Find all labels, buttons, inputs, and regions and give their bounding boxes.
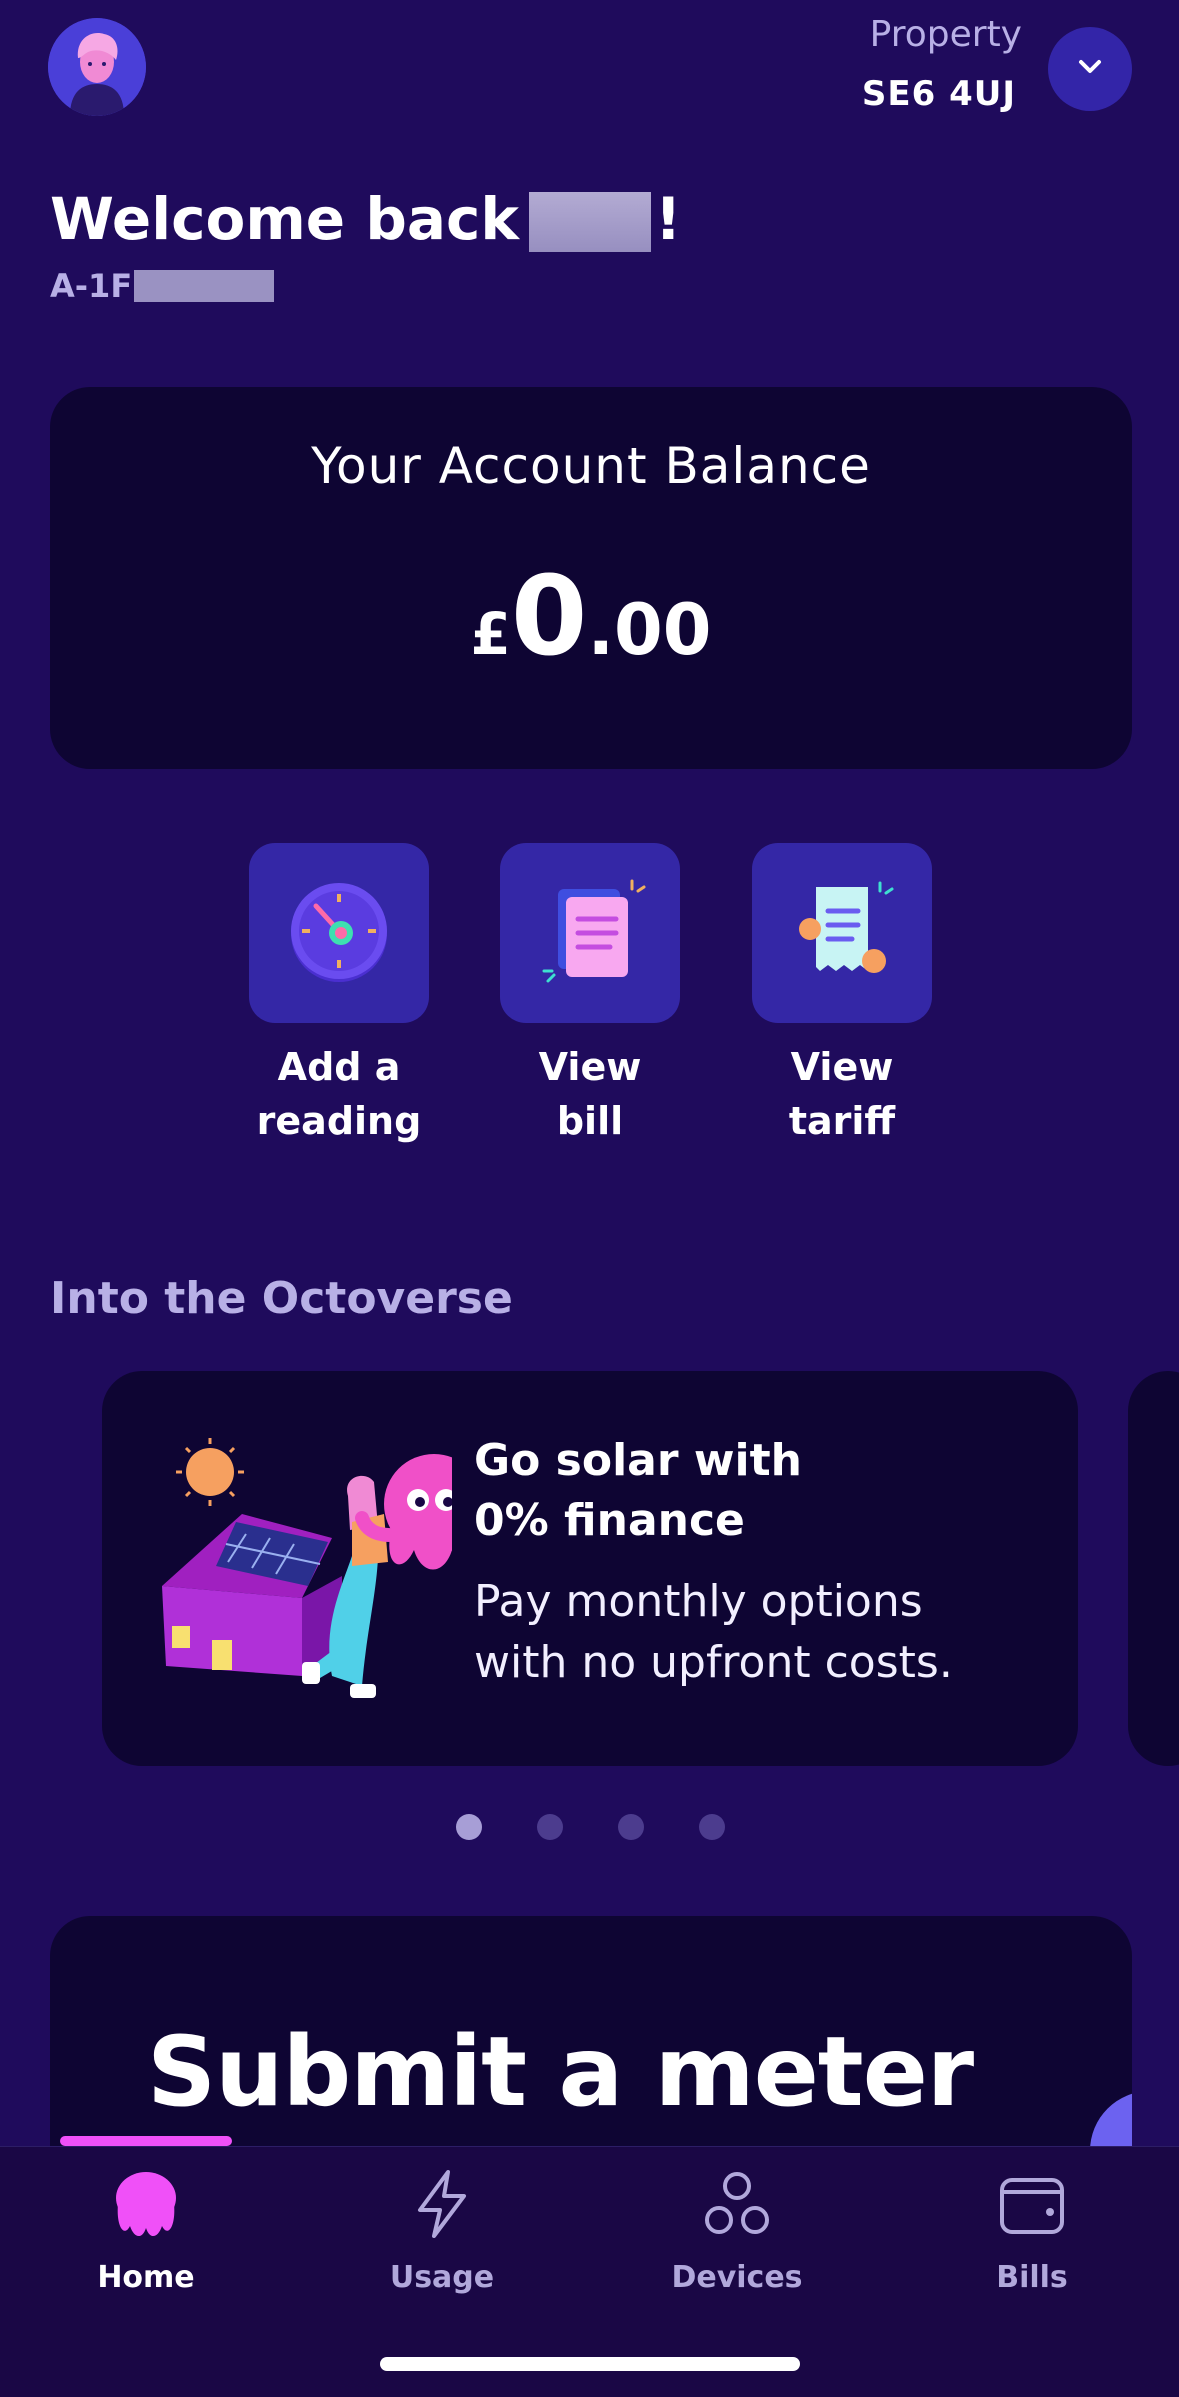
account-balance-card[interactable]: Your Account Balance £ 0 .00: [50, 387, 1132, 769]
octoverse-section-title: Into the Octoverse: [50, 1273, 513, 1324]
tariff-receipt-icon: [782, 871, 902, 995]
property-postcode[interactable]: SE6 4UJ: [862, 74, 1016, 114]
carousel-dot-2[interactable]: [537, 1814, 563, 1840]
welcome-heading: Welcome back !: [50, 185, 681, 253]
bill-document-icon: [530, 871, 650, 995]
balance-currency: £: [470, 600, 511, 668]
user-avatar-icon[interactable]: [48, 18, 146, 116]
carousel-dot-3[interactable]: [618, 1814, 644, 1840]
solar-promo-card[interactable]: Go solar with 0% finance Pay monthly opt…: [102, 1371, 1078, 1766]
active-tab-indicator: [60, 2136, 232, 2146]
property-label: Property: [869, 14, 1022, 55]
nav-home-label: Home: [97, 2260, 195, 2295]
balance-amount: £ 0 .00: [50, 552, 1132, 680]
nav-bills-label: Bills: [996, 2260, 1068, 2295]
nav-usage-label: Usage: [389, 2260, 495, 2295]
welcome-suffix: !: [654, 185, 682, 253]
redacted-name: [528, 192, 651, 252]
account-number: A-1F: [50, 267, 275, 305]
view-bill-label[interactable]: View bill: [470, 1040, 710, 1148]
welcome-text: Welcome back: [50, 185, 519, 253]
lightning-icon: [406, 2168, 478, 2244]
submit-meter-title: Submit a meter: [147, 2016, 974, 2128]
view-tariff-label[interactable]: View tariff: [722, 1040, 962, 1148]
wallet-icon: [996, 2168, 1068, 2244]
carousel-dot-1[interactable]: [456, 1814, 482, 1840]
meter-dial-icon: [284, 876, 394, 990]
nav-home[interactable]: Home: [46, 2168, 246, 2295]
submit-meter-card[interactable]: Submit a meter: [50, 1916, 1132, 2156]
view-bill-button[interactable]: [500, 843, 680, 1023]
redacted-account: [134, 270, 275, 302]
nav-devices-label: Devices: [671, 2260, 803, 2295]
add-reading-button[interactable]: [249, 843, 429, 1023]
solar-house-octopus-illustration: [152, 1426, 484, 1730]
octopus-home-icon: [110, 2168, 182, 2244]
devices-circles-icon: [701, 2168, 773, 2244]
add-reading-label[interactable]: Add a reading: [219, 1040, 459, 1148]
carousel-dot-4[interactable]: [699, 1814, 725, 1840]
account-prefix: A-1F: [50, 267, 133, 305]
balance-decimal: .00: [587, 589, 712, 671]
balance-whole: 0: [510, 552, 588, 680]
home-indicator-bar[interactable]: [380, 2357, 800, 2371]
promo-body: Pay monthly options with no upfront cost…: [474, 1576, 953, 1688]
nav-bills[interactable]: Bills: [932, 2168, 1132, 2295]
property-dropdown-button[interactable]: [1048, 27, 1132, 111]
nav-devices[interactable]: Devices: [637, 2168, 837, 2295]
nav-usage[interactable]: Usage: [342, 2168, 542, 2295]
promo-title: Go solar with 0% finance: [474, 1435, 802, 1546]
next-promo-card[interactable]: [1128, 1371, 1179, 1766]
chevron-down-icon: [1073, 50, 1107, 88]
balance-title: Your Account Balance: [311, 437, 871, 495]
view-tariff-button[interactable]: [752, 843, 932, 1023]
